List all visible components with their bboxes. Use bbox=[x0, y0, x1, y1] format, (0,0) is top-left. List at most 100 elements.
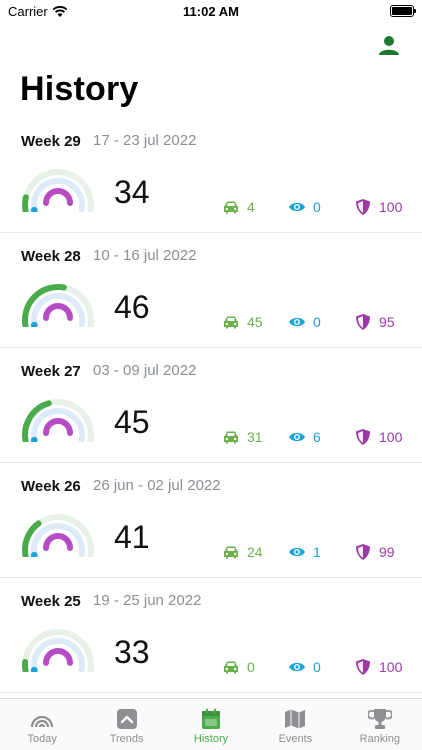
view-value: 1 bbox=[313, 544, 321, 560]
eye-icon bbox=[289, 547, 305, 557]
tab-events[interactable]: Events bbox=[253, 699, 337, 750]
calendar-icon bbox=[202, 708, 221, 729]
view-stat: 0 bbox=[288, 198, 321, 216]
car-icon bbox=[224, 661, 238, 674]
gauge-safety-arc bbox=[43, 303, 73, 321]
score-value: 33 bbox=[114, 634, 150, 670]
view-stat: 1 bbox=[288, 543, 321, 561]
tab-ranking[interactable]: Ranking bbox=[338, 699, 422, 750]
drive-stat: 24 bbox=[222, 543, 263, 561]
tab-trends-label: Trends bbox=[109, 733, 144, 745]
score-value: 46 bbox=[114, 289, 150, 325]
gauge-view-track bbox=[31, 523, 85, 557]
eye-icon bbox=[289, 432, 305, 442]
gauge-icon bbox=[31, 715, 54, 728]
safety-value: 100 bbox=[379, 429, 403, 445]
battery-icon bbox=[390, 5, 416, 17]
drive-value: 45 bbox=[247, 314, 263, 330]
tab-trends[interactable]: Trends bbox=[84, 699, 168, 750]
score-gauge bbox=[22, 399, 94, 442]
gauge-view-track bbox=[31, 293, 85, 327]
safety-stat: 100 bbox=[354, 428, 402, 446]
view-value: 6 bbox=[313, 429, 321, 445]
gauge-drive-arc bbox=[22, 658, 29, 672]
shield-icon bbox=[356, 544, 370, 560]
safety-stat: 99 bbox=[354, 543, 395, 561]
gauge-view-track bbox=[31, 408, 85, 442]
person-icon[interactable] bbox=[378, 34, 400, 56]
status-bar: Carrier 11:02 AM bbox=[0, 0, 422, 24]
week-row[interactable]: Week 26 26 jun - 02 jul 2022 41 24 1 99 bbox=[0, 463, 422, 578]
drive-value: 24 bbox=[247, 544, 263, 560]
safety-value: 100 bbox=[379, 659, 403, 675]
view-value: 0 bbox=[313, 659, 321, 675]
safety-value: 99 bbox=[379, 544, 395, 560]
week-date-range: 17 - 23 jul 2022 bbox=[93, 132, 197, 149]
tab-events-label: Events bbox=[278, 733, 313, 745]
week-date-range: 03 - 09 jul 2022 bbox=[93, 362, 197, 379]
drive-value: 0 bbox=[247, 659, 255, 675]
week-list: Week 29 17 - 23 jul 2022 34 4 0 100 Week… bbox=[0, 118, 422, 693]
week-label: Week 28 bbox=[21, 248, 81, 265]
safety-stat: 100 bbox=[354, 198, 402, 216]
view-value: 0 bbox=[313, 314, 321, 330]
safety-value: 95 bbox=[379, 314, 395, 330]
gauge-view-track bbox=[31, 178, 85, 212]
safety-value: 100 bbox=[379, 199, 403, 215]
week-row[interactable]: Week 28 10 - 16 jul 2022 46 45 0 95 bbox=[0, 233, 422, 348]
score-gauge bbox=[22, 629, 94, 672]
week-row[interactable]: Week 27 03 - 09 jul 2022 45 31 6 100 bbox=[0, 348, 422, 463]
car-icon bbox=[224, 546, 238, 559]
score-value: 45 bbox=[114, 404, 150, 440]
gauge-safety-arc bbox=[43, 533, 73, 551]
car-icon bbox=[224, 431, 238, 444]
tab-today-label: Today bbox=[27, 733, 57, 745]
week-row[interactable]: Week 25 19 - 25 jun 2022 33 0 0 100 bbox=[0, 578, 422, 693]
tab-ranking-label: Ranking bbox=[359, 733, 400, 745]
view-stat: 0 bbox=[288, 658, 321, 676]
clock: 11:02 AM bbox=[183, 4, 239, 19]
drive-value: 31 bbox=[247, 429, 263, 445]
week-label: Week 25 bbox=[21, 593, 81, 610]
eye-icon bbox=[289, 317, 305, 327]
drive-stat: 45 bbox=[222, 313, 263, 331]
drive-stat: 0 bbox=[222, 658, 255, 676]
drive-stat: 31 bbox=[222, 428, 263, 446]
week-label: Week 27 bbox=[21, 363, 81, 380]
week-date-range: 26 jun - 02 jul 2022 bbox=[93, 477, 221, 494]
car-icon bbox=[224, 316, 238, 329]
view-value: 0 bbox=[313, 199, 321, 215]
gauge-view-track bbox=[31, 638, 85, 672]
shield-icon bbox=[356, 199, 370, 215]
score-gauge bbox=[22, 169, 94, 212]
week-row[interactable]: Week 29 17 - 23 jul 2022 34 4 0 100 bbox=[0, 118, 422, 233]
shield-icon bbox=[356, 314, 370, 330]
week-label: Week 29 bbox=[21, 133, 81, 150]
eye-icon bbox=[289, 662, 305, 672]
tab-history-label: History bbox=[193, 733, 229, 745]
eye-icon bbox=[289, 202, 305, 212]
score-gauge bbox=[22, 284, 94, 327]
map-icon bbox=[285, 709, 306, 729]
shield-icon bbox=[356, 659, 370, 675]
gauge-safety-arc bbox=[43, 188, 73, 206]
safety-stat: 100 bbox=[354, 658, 402, 676]
view-stat: 6 bbox=[288, 428, 321, 446]
chevron-up-icon bbox=[116, 709, 137, 729]
gauge-safety-arc bbox=[43, 418, 73, 436]
week-date-range: 19 - 25 jun 2022 bbox=[93, 592, 202, 609]
gauge-drive-arc bbox=[22, 194, 29, 212]
trophy-icon bbox=[367, 709, 392, 729]
page-title: History bbox=[20, 70, 139, 108]
safety-stat: 95 bbox=[354, 313, 395, 331]
car-icon bbox=[224, 201, 238, 214]
shield-icon bbox=[356, 429, 370, 445]
drive-stat: 4 bbox=[222, 198, 255, 216]
tab-history[interactable]: History bbox=[169, 699, 253, 750]
score-value: 34 bbox=[114, 174, 150, 210]
tab-today[interactable]: Today bbox=[0, 699, 84, 750]
view-stat: 0 bbox=[288, 313, 321, 331]
score-value: 41 bbox=[114, 519, 150, 555]
gauge-safety-arc bbox=[43, 648, 73, 666]
score-gauge bbox=[22, 514, 94, 557]
